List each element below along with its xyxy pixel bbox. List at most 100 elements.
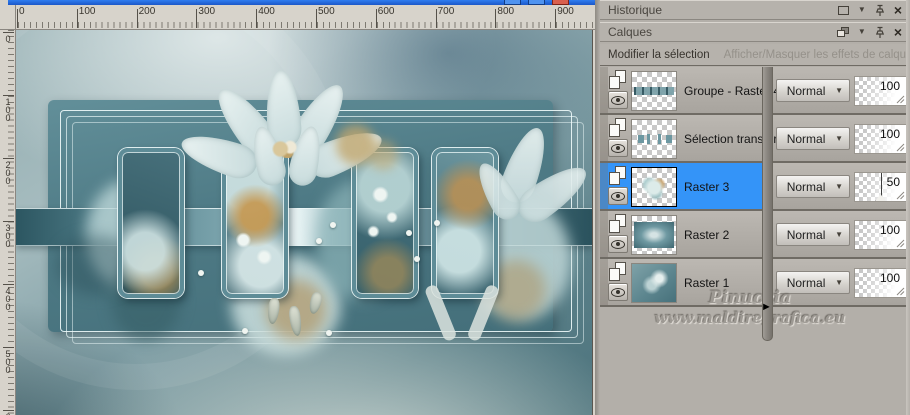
chevron-down-icon: ▼ bbox=[835, 278, 843, 287]
layer-thumbnail[interactable] bbox=[631, 119, 677, 159]
berry bbox=[242, 328, 248, 334]
opacity-value: 100 bbox=[879, 79, 900, 93]
visibility-toggle[interactable] bbox=[608, 235, 628, 253]
layer-row-margin bbox=[600, 163, 608, 209]
ruler-corner bbox=[0, 5, 16, 30]
layer-thumbnail[interactable] bbox=[631, 263, 677, 303]
raster-layer-icon bbox=[609, 70, 626, 89]
ruler-label: 100 bbox=[3, 97, 13, 121]
pin-icon[interactable] bbox=[875, 4, 885, 17]
visibility-toggle[interactable] bbox=[608, 139, 628, 157]
thumbnail-preview bbox=[634, 122, 674, 156]
float-window-icon[interactable] bbox=[836, 27, 849, 37]
opacity-slider-thumb[interactable] bbox=[875, 194, 886, 201]
layer-thumbnail[interactable] bbox=[631, 167, 677, 207]
psp-window: 0 100 200 300 400 500 600 700 800 900 0 100 200 300 4… bbox=[0, 0, 910, 415]
ruler-label: 200 bbox=[3, 160, 13, 184]
eye-icon bbox=[611, 287, 625, 297]
ruler-label: 300 bbox=[198, 6, 216, 17]
panel-scrollbar[interactable] bbox=[906, 0, 910, 415]
resize-grip-icon bbox=[896, 287, 905, 296]
blend-mode-dropdown[interactable]: Normal ▼ bbox=[776, 127, 850, 150]
layer-name: Raster 3 bbox=[684, 180, 730, 194]
thumbnail-preview bbox=[632, 264, 676, 302]
layer-thumbnail[interactable] bbox=[631, 71, 677, 111]
raster-layer-icon bbox=[609, 262, 626, 281]
historique-panel-header[interactable]: Historique ▼ × bbox=[600, 0, 910, 20]
close-icon[interactable]: × bbox=[894, 3, 902, 17]
opacity-field[interactable]: 100 bbox=[854, 220, 907, 250]
blend-mode-dropdown[interactable]: Normal ▼ bbox=[776, 175, 850, 198]
raster-layer-icon bbox=[609, 166, 626, 185]
berry bbox=[406, 230, 412, 236]
panel-title: Calques bbox=[608, 25, 653, 39]
opacity-field[interactable]: 100 bbox=[854, 268, 907, 298]
photo-frame-1 bbox=[118, 148, 184, 298]
raster-layer-icon bbox=[609, 214, 626, 233]
panel-menu-icon[interactable]: ▼ bbox=[858, 28, 866, 36]
close-icon[interactable]: × bbox=[894, 25, 902, 39]
layer-row[interactable]: Raster 3 Normal ▼ 50 bbox=[600, 163, 910, 211]
opacity-field[interactable]: 100 bbox=[854, 76, 907, 106]
photo-frame-3 bbox=[352, 148, 418, 298]
calques-toolbar: Modifier la sélection Afficher/Masquer l… bbox=[600, 44, 910, 66]
layer-name: Raster 2 bbox=[684, 228, 730, 242]
berry bbox=[198, 270, 204, 276]
blend-mode-value: Normal bbox=[786, 275, 826, 290]
chevron-down-icon: ▼ bbox=[835, 230, 843, 239]
chevron-down-icon: ▼ bbox=[835, 182, 843, 191]
pin-icon[interactable] bbox=[875, 26, 885, 39]
column-splitter[interactable] bbox=[762, 67, 773, 341]
blend-mode-value: Normal bbox=[786, 179, 826, 194]
ruler-label: 100 bbox=[78, 6, 96, 17]
eye-icon bbox=[611, 95, 625, 105]
blend-mode-value: Normal bbox=[786, 131, 826, 146]
eye-icon bbox=[611, 239, 625, 249]
visibility-toggle[interactable] bbox=[608, 187, 628, 205]
resize-grip-icon bbox=[896, 191, 905, 200]
opacity-field[interactable]: 100 bbox=[854, 124, 907, 154]
opacity-field[interactable]: 50 bbox=[854, 172, 907, 202]
resize-grip-icon bbox=[896, 143, 905, 152]
ruler-label: 500 bbox=[3, 349, 13, 373]
layer-row-margin bbox=[600, 211, 608, 257]
blend-mode-dropdown[interactable]: Normal ▼ bbox=[776, 271, 850, 294]
ruler-label: 700 bbox=[437, 6, 455, 17]
berry bbox=[316, 238, 322, 244]
layer-thumbnail[interactable] bbox=[631, 215, 677, 255]
panel-menu-icon[interactable]: ▼ bbox=[858, 6, 866, 14]
float-window-icon[interactable] bbox=[837, 5, 849, 15]
layer-row-margin bbox=[600, 67, 608, 113]
layer-row[interactable]: Groupe - Raster 4 Normal ▼ 100 bbox=[600, 67, 910, 115]
blend-mode-value: Normal bbox=[786, 227, 826, 242]
visibility-toggle[interactable] bbox=[608, 283, 628, 301]
calques-panel-header[interactable]: Calques ▼ × bbox=[600, 22, 910, 42]
mouse-cursor-icon: ► bbox=[761, 301, 772, 313]
ruler-label: 400 bbox=[258, 6, 275, 17]
opacity-value: 100 bbox=[879, 271, 900, 285]
layer-name: Raster 1 bbox=[684, 276, 730, 290]
panel-title: Historique bbox=[608, 3, 663, 17]
blend-mode-dropdown[interactable]: Normal ▼ bbox=[776, 223, 850, 246]
ruler-label: 200 bbox=[138, 6, 156, 17]
modify-selection-button[interactable]: Modifier la sélection bbox=[608, 49, 710, 61]
visibility-toggle[interactable] bbox=[608, 91, 628, 109]
chevron-down-icon: ▼ bbox=[835, 86, 843, 95]
vertical-ruler: 0100200300400500600 bbox=[0, 30, 16, 415]
docked-palettes: Historique ▼ × Calques ▼ × Modifier la s… bbox=[600, 0, 910, 415]
berry bbox=[326, 330, 332, 336]
opacity-value: 100 bbox=[879, 127, 900, 141]
resize-grip-icon bbox=[896, 239, 905, 248]
opacity-value: 50 bbox=[886, 175, 900, 189]
layer-row[interactable]: Raster 2 Normal ▼ 100 bbox=[600, 211, 910, 259]
show-hide-effects-button[interactable]: Afficher/Masquer les effets de calque bbox=[724, 49, 910, 61]
image-canvas[interactable] bbox=[16, 30, 593, 415]
opacity-value: 100 bbox=[879, 223, 900, 237]
layer-row[interactable]: Raster 1 Normal ▼ 100 bbox=[600, 259, 910, 307]
ruler-label: 400 bbox=[3, 286, 13, 310]
layer-row[interactable]: Sélection transformée Normal ▼ 100 bbox=[600, 115, 910, 163]
eye-icon bbox=[611, 143, 625, 153]
blend-mode-dropdown[interactable]: Normal ▼ bbox=[776, 79, 850, 102]
ruler-label: 0 bbox=[3, 34, 13, 42]
thumbnail-preview bbox=[634, 222, 674, 248]
